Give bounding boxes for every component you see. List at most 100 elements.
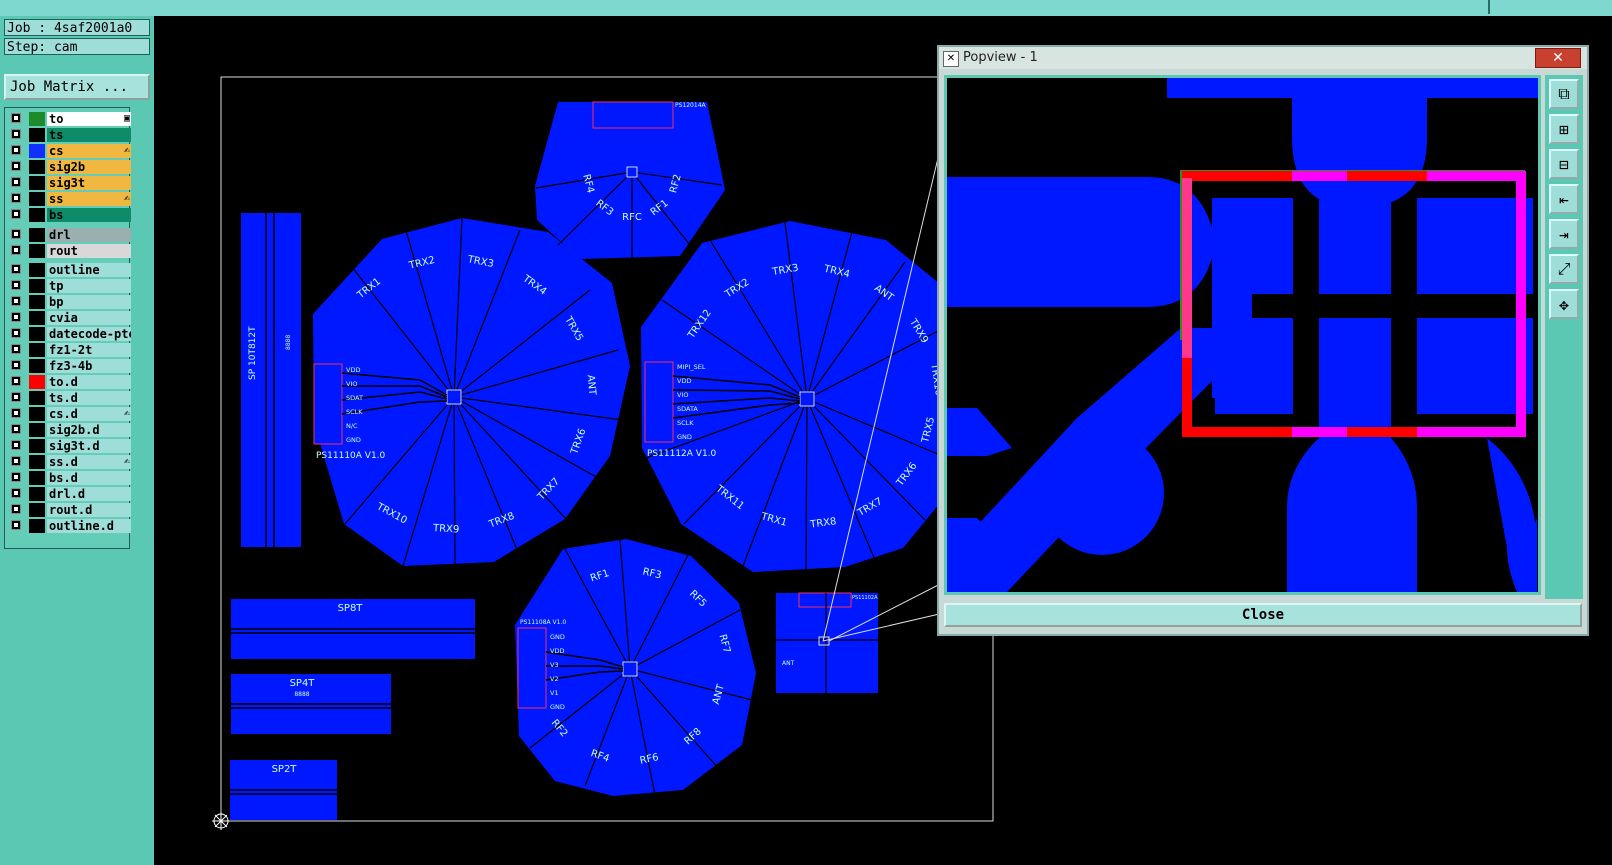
layer-checkbox[interactable] [11, 177, 21, 187]
layer-name[interactable]: cs.d ✍ [47, 407, 131, 421]
layer-row-bp[interactable]: bp [9, 295, 131, 309]
layer-checkbox[interactable] [11, 392, 21, 402]
layer-row-sig3t-d[interactable]: sig3t.d [9, 439, 131, 453]
layer-color-swatch[interactable] [29, 208, 45, 222]
layer-row-drl[interactable]: drl [9, 228, 131, 242]
layer-name[interactable]: drl.d [47, 487, 131, 501]
layer-color-swatch[interactable] [29, 295, 45, 309]
layer-color-swatch[interactable] [29, 391, 45, 405]
layer-color-swatch[interactable] [29, 244, 45, 258]
layer-row-cvia[interactable]: cvia [9, 311, 131, 325]
layer-row-outline[interactable]: outline [9, 263, 131, 277]
layer-color-swatch[interactable] [29, 311, 45, 325]
pan-left-button[interactable]: ⇤ [1549, 184, 1579, 214]
layer-row-rout[interactable]: rout [9, 244, 131, 258]
layer-row-drl-d[interactable]: drl.d [9, 487, 131, 501]
layer-color-swatch[interactable] [29, 503, 45, 517]
layer-checkbox[interactable] [11, 472, 21, 482]
layer-row-bs[interactable]: bs [9, 208, 131, 222]
layer-color-swatch[interactable] [29, 279, 45, 293]
layer-color-swatch[interactable] [29, 263, 45, 277]
layer-checkbox[interactable] [11, 440, 21, 450]
pan-right-button[interactable]: ⇥ [1549, 219, 1579, 249]
layer-color-swatch[interactable] [29, 128, 45, 142]
layer-name[interactable]: tp [47, 279, 131, 293]
zoom-window-button[interactable]: ⧉ [1549, 79, 1579, 109]
layer-row-sig2b-d[interactable]: sig2b.d [9, 423, 131, 437]
layer-checkbox[interactable] [11, 209, 21, 219]
layer-checkbox[interactable] [11, 520, 21, 530]
layer-name[interactable]: sig3t.d [47, 439, 131, 453]
layer-color-swatch[interactable] [29, 487, 45, 501]
layer-row-rout-d[interactable]: rout.d [9, 503, 131, 517]
layer-name[interactable]: drl [47, 228, 131, 242]
layer-color-swatch[interactable] [29, 192, 45, 206]
layer-checkbox[interactable] [11, 344, 21, 354]
layer-row-datecode-pte[interactable]: datecode-pte [9, 327, 131, 341]
layer-checkbox[interactable] [11, 488, 21, 498]
layer-color-swatch[interactable] [29, 471, 45, 485]
layer-checkbox[interactable] [11, 161, 21, 171]
layer-name[interactable]: bs [47, 208, 131, 222]
layer-name[interactable]: cs ✍ [47, 144, 131, 158]
layer-checkbox[interactable] [11, 408, 21, 418]
layer-name[interactable]: ss ✍ [47, 192, 131, 206]
layer-row-cs-d[interactable]: cs.d ✍ [9, 407, 131, 421]
layer-checkbox[interactable] [11, 328, 21, 338]
layer-name[interactable]: outline [47, 263, 131, 277]
layer-row-outline-d[interactable]: outline.d [9, 519, 131, 533]
layer-name[interactable]: fz3-4b [47, 359, 131, 373]
job-matrix-button[interactable]: Job Matrix ... [4, 74, 150, 100]
layer-name[interactable]: datecode-pte [47, 327, 131, 341]
layer-color-swatch[interactable] [29, 439, 45, 453]
zoom-out-button[interactable]: ⊟ [1549, 149, 1579, 179]
popview-zoom-view[interactable] [944, 75, 1541, 595]
layer-row-fz1-2t[interactable]: fz1-2t [9, 343, 131, 357]
layer-name[interactable]: rout.d [47, 503, 131, 517]
layer-name[interactable]: ss.d ✍ [47, 455, 131, 469]
layer-checkbox[interactable] [11, 312, 21, 322]
layer-checkbox[interactable] [11, 424, 21, 434]
close-button[interactable]: Close [944, 603, 1582, 627]
layer-name[interactable]: sig3t [47, 176, 131, 190]
layer-name[interactable]: bp [47, 295, 131, 309]
layer-color-swatch[interactable] [29, 407, 45, 421]
layer-row-ts-d[interactable]: ts.d [9, 391, 131, 405]
layer-checkbox[interactable] [11, 193, 21, 203]
layer-name[interactable]: outline.d [47, 519, 131, 533]
layer-name[interactable]: bs.d [47, 471, 131, 485]
layer-row-ss-d[interactable]: ss.d ✍ [9, 455, 131, 469]
layer-checkbox[interactable] [11, 456, 21, 466]
layer-color-swatch[interactable] [29, 144, 45, 158]
layer-color-swatch[interactable] [29, 176, 45, 190]
layer-name[interactable]: to.d [47, 375, 131, 389]
layer-row-ss[interactable]: ss ✍ [9, 192, 131, 206]
layer-color-swatch[interactable] [29, 375, 45, 389]
layer-checkbox[interactable] [11, 376, 21, 386]
layer-row-to-d[interactable]: to.d [9, 375, 131, 389]
popview-titlebar[interactable]: ✕ Popview - 1 ✕ [939, 47, 1587, 69]
layer-color-swatch[interactable] [29, 519, 45, 533]
layer-color-swatch[interactable] [29, 455, 45, 469]
layer-color-swatch[interactable] [29, 228, 45, 242]
layer-name[interactable]: sig2b [47, 160, 131, 174]
window-close-button[interactable]: ✕ [1535, 48, 1581, 68]
layer-color-swatch[interactable] [29, 359, 45, 373]
layer-row-ts[interactable]: ts [9, 128, 131, 142]
layer-checkbox[interactable] [11, 245, 21, 255]
layer-name[interactable]: ts.d [47, 391, 131, 405]
layer-row-to[interactable]: to ▣ [9, 112, 131, 126]
layer-row-tp[interactable]: tp [9, 279, 131, 293]
layer-row-cs[interactable]: cs ✍ [9, 144, 131, 158]
layer-color-swatch[interactable] [29, 343, 45, 357]
layer-color-swatch[interactable] [29, 327, 45, 341]
fit-button[interactable]: ⤢ [1549, 254, 1579, 284]
layer-color-swatch[interactable] [29, 160, 45, 174]
layer-checkbox[interactable] [11, 504, 21, 514]
layer-name[interactable]: ts [47, 128, 131, 142]
layer-name[interactable]: cvia [47, 311, 131, 325]
layer-name[interactable]: to ▣ [47, 112, 131, 126]
zoom-in-button[interactable]: ⊞ [1549, 114, 1579, 144]
layer-checkbox[interactable] [11, 360, 21, 370]
layer-color-swatch[interactable] [29, 423, 45, 437]
